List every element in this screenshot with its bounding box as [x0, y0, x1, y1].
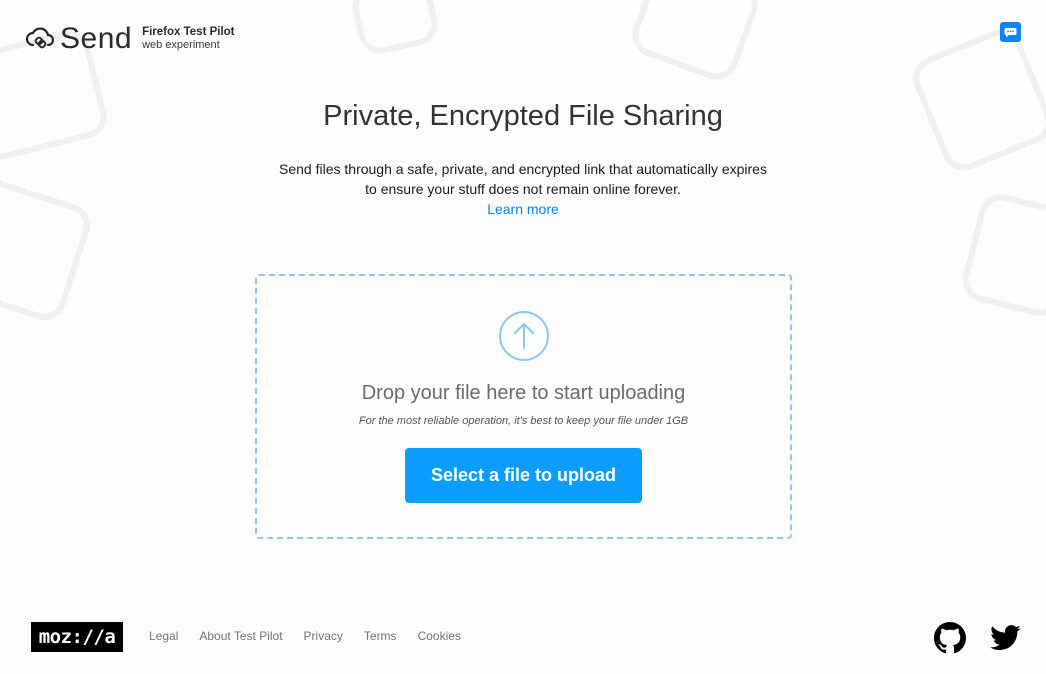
drop-instruction: Drop your file here to start uploading: [361, 382, 686, 404]
experiment-label: web experiment: [142, 39, 220, 52]
learn-more-link[interactable]: Learn more: [0, 201, 1046, 217]
speech-bubble-icon: [1004, 27, 1017, 37]
footer-link-terms[interactable]: Terms: [364, 629, 397, 643]
brand-name: Send: [60, 22, 133, 55]
mozilla-logo[interactable]: moz://a: [31, 622, 123, 652]
select-file-button[interactable]: Select a file to upload: [405, 448, 642, 503]
footer-link-about-test-pilot[interactable]: About Test Pilot: [199, 629, 282, 643]
description-line: to ensure your stuff does not remain onl…: [365, 181, 681, 197]
github-icon[interactable]: [934, 622, 966, 654]
send-logo-icon: [26, 27, 54, 49]
send-page: Send Firefox Test Pilot web experiment P…: [0, 0, 1046, 674]
test-pilot-label: Firefox Test Pilot: [142, 26, 235, 39]
twitter-icon[interactable]: [990, 622, 1022, 654]
upload-arrow-icon: [499, 311, 549, 361]
page-description: Send files through a safe, private, and …: [0, 159, 1046, 199]
footer-link-legal[interactable]: Legal: [149, 629, 178, 643]
background-doodle: [348, 0, 442, 58]
description-line: Send files through a safe, private, and …: [279, 161, 767, 177]
footer-link-privacy[interactable]: Privacy: [304, 629, 343, 643]
upload-dropzone[interactable]: Drop your file here to start uploading F…: [255, 274, 792, 539]
page-title: Private, Encrypted File Sharing: [323, 100, 723, 132]
feedback-button[interactable]: [1000, 22, 1021, 42]
footer-links: Legal About Test Pilot Privacy Terms Coo…: [149, 629, 482, 643]
brand[interactable]: Send Firefox Test Pilot web experiment: [26, 22, 235, 56]
file-size-hint: For the most reliable operation, it's be…: [358, 415, 689, 427]
footer-link-cookies[interactable]: Cookies: [418, 629, 461, 643]
brand-subtitle: Firefox Test Pilot web experiment: [142, 26, 234, 52]
background-doodle: [626, 0, 764, 86]
